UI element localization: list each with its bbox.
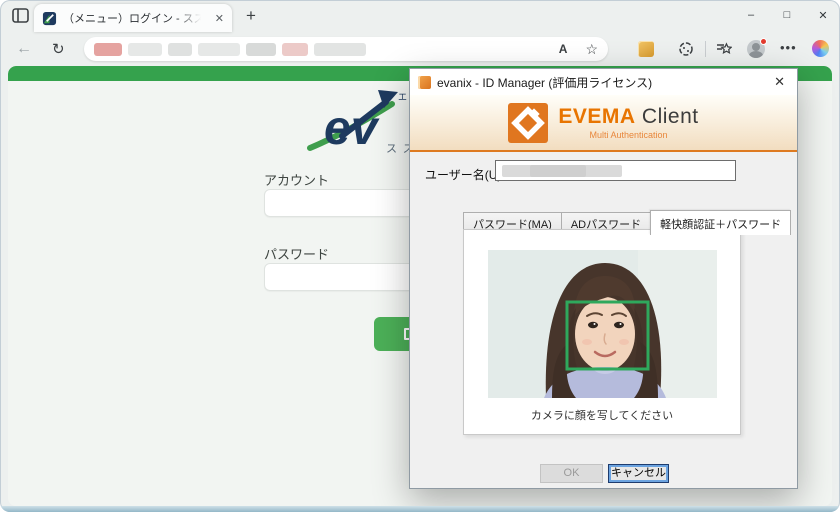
favicon-evanix-icon <box>42 11 57 26</box>
redacted-url-segment <box>246 43 276 56</box>
dialog-close-icon[interactable]: ✕ <box>770 74 789 90</box>
redacted-url-segment <box>168 43 192 56</box>
browser-essentials-icon[interactable] <box>678 41 694 57</box>
brand-suffix: Client <box>642 105 699 128</box>
tab-face-auth-password[interactable]: 軽快顔認証＋パスワード <box>650 210 791 235</box>
window-close-button[interactable]: ✕ <box>814 9 832 22</box>
profile-notification-dot <box>760 38 767 45</box>
cancel-button[interactable]: キャンセル <box>608 464 669 483</box>
dialog-title: evanix - ID Manager (評価用ライセンス) <box>437 74 652 91</box>
dialog-titlebar[interactable]: evanix - ID Manager (評価用ライセンス) ✕ <box>410 69 797 95</box>
new-tab-button[interactable]: + <box>246 6 256 26</box>
evema-banner: EVEMA Client Multi Authentication <box>410 95 797 152</box>
face-auth-panel: カメラに顔を写してください <box>463 229 741 435</box>
camera-preview <box>488 250 717 398</box>
collections-icon[interactable] <box>716 41 732 57</box>
camera-hint-text: カメラに顔を写してください <box>464 407 740 423</box>
evema-app-icon <box>418 76 431 89</box>
minimize-button[interactable]: – <box>742 9 760 21</box>
logo-kana-top-text: エ <box>398 92 407 102</box>
window-controls: – □ ✕ <box>742 4 832 26</box>
evanix-logo: ev エ スズ <box>298 86 418 168</box>
copilot-icon[interactable] <box>812 40 829 57</box>
browser-window: （メニュー）ログイン - スズキ校務 evanix ✕ + – □ ✕ ← ↻ … <box>0 0 840 512</box>
username-input[interactable] <box>495 160 736 181</box>
redacted-url-segment <box>94 43 122 56</box>
refresh-icon[interactable]: ↻ <box>52 40 65 58</box>
browser-tab[interactable]: （メニュー）ログイン - スズキ校務 evanix ✕ <box>34 4 232 32</box>
redacted-url-segment <box>314 43 366 56</box>
settings-ellipsis-icon[interactable]: ••• <box>780 40 797 55</box>
address-bar[interactable]: A ☆ <box>84 37 608 61</box>
extension-icon[interactable] <box>638 41 654 57</box>
redacted-username <box>530 165 586 177</box>
toolbar-divider <box>705 41 706 57</box>
account-input[interactable] <box>264 189 416 217</box>
password-label: パスワード <box>264 244 329 263</box>
evema-logo-icon <box>508 103 548 143</box>
tab-title: （メニュー）ログイン - スズキ校務 evanix <box>63 10 201 26</box>
favorites-star-icon[interactable]: ☆ <box>585 41 598 58</box>
brand-name: EVEMA <box>558 105 635 128</box>
ok-button[interactable]: OK <box>540 464 603 483</box>
read-aloud-icon[interactable]: A <box>559 42 568 56</box>
id-manager-dialog: evanix - ID Manager (評価用ライセンス) ✕ EVEMA C… <box>409 68 798 489</box>
back-icon[interactable]: ← <box>16 40 32 58</box>
maximize-button[interactable]: □ <box>778 9 796 21</box>
password-input[interactable] <box>264 263 416 291</box>
redacted-url-segment <box>198 43 240 56</box>
redacted-url-segment <box>128 43 162 56</box>
window-bottom-edge <box>0 506 840 512</box>
account-label: アカウント <box>264 170 329 189</box>
tab-strip: （メニュー）ログイン - スズキ校務 evanix ✕ + – □ ✕ <box>0 0 840 32</box>
username-label: ユーザー名(U): <box>425 166 505 183</box>
tab-close-icon[interactable]: ✕ <box>215 12 224 25</box>
redacted-url-segment <box>282 43 308 56</box>
brand-subtitle: Multi Authentication <box>558 130 698 140</box>
browser-toolbar: ← ↻ A ☆ ••• <box>0 32 840 66</box>
tab-actions-icon[interactable] <box>12 8 30 24</box>
